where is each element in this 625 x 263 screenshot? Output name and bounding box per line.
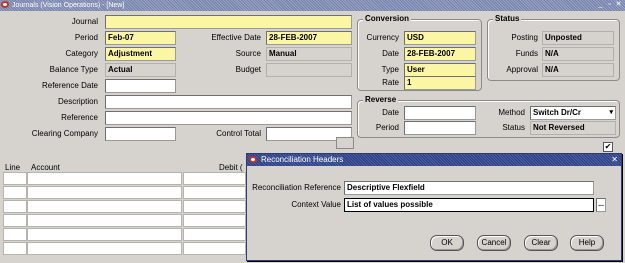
- lov-button[interactable]: ...: [596, 198, 606, 212]
- debit-cell[interactable]: [183, 172, 246, 185]
- oracle-logo-icon: [249, 156, 257, 163]
- posting-field: Unposted: [542, 31, 614, 45]
- method-select[interactable]: Switch Dr/Cr ▾: [530, 106, 616, 120]
- journal-label: Journal: [71, 17, 98, 26]
- maximize-icon[interactable]: ▫: [605, 1, 614, 9]
- rate-field[interactable]: 1: [404, 76, 476, 90]
- reverse-title: Reverse: [363, 95, 399, 105]
- line-cell[interactable]: [3, 186, 27, 199]
- line-cell[interactable]: [3, 172, 27, 185]
- debit-cell[interactable]: [183, 186, 246, 199]
- minimize-icon[interactable]: _: [596, 1, 605, 9]
- line-header: Line: [5, 163, 21, 172]
- window-titlebar[interactable]: Journals (Vision Operations) - [New] _ ▫…: [0, 0, 625, 11]
- source-field[interactable]: Manual: [266, 47, 352, 61]
- line-cell[interactable]: [3, 200, 27, 213]
- ok-button[interactable]: OK: [430, 235, 464, 251]
- cancel-button[interactable]: Cancel: [477, 235, 511, 251]
- chevron-down-icon[interactable]: ▾: [609, 107, 613, 119]
- folder-toggle-button[interactable]: [336, 137, 354, 149]
- category-label: Category: [65, 49, 98, 58]
- posting-label: Posting: [511, 33, 538, 42]
- line-cell[interactable]: [3, 214, 27, 227]
- reverse-status-label: Status: [502, 123, 525, 132]
- recon-ref-label: Reconciliation Reference: [252, 183, 341, 192]
- method-label: Method: [498, 108, 525, 117]
- checkbox-checked-icon[interactable]: ✔: [603, 142, 613, 152]
- approval-label: Approval: [506, 65, 538, 74]
- rate-label: Rate: [382, 78, 399, 87]
- reference-field[interactable]: [105, 111, 352, 125]
- status-title: Status: [493, 14, 522, 24]
- balance-type-label: Balance Type: [49, 65, 98, 74]
- currency-label: Currency: [366, 33, 399, 42]
- balance-type-field[interactable]: Actual: [105, 63, 176, 77]
- description-label: Description: [57, 97, 98, 106]
- debit-cell[interactable]: [183, 228, 246, 241]
- clearing-company-field[interactable]: [105, 127, 176, 141]
- description-field[interactable]: [105, 95, 352, 109]
- recon-ref-field[interactable]: Descriptive Flexfield: [344, 181, 594, 195]
- reverse-date-field[interactable]: [404, 106, 476, 120]
- source-label: Source: [235, 49, 261, 58]
- dialog-titlebar[interactable]: Reconciliation Headers ✕: [247, 154, 621, 166]
- account-cell[interactable]: [27, 228, 182, 241]
- clearing-company-label: Clearing Company: [31, 129, 98, 138]
- account-header: Account: [31, 163, 60, 172]
- reverse-date-label: Date: [382, 108, 399, 117]
- reverse-period-field[interactable]: [404, 121, 476, 135]
- effective-date-label: Effective Date: [211, 33, 261, 42]
- conversion-title: Conversion: [363, 14, 412, 24]
- control-total-label: Control Total: [216, 129, 261, 138]
- reference-label: Reference: [61, 113, 98, 122]
- account-cell[interactable]: [27, 172, 182, 185]
- funds-field: N/A: [542, 47, 614, 61]
- currency-field[interactable]: USD: [404, 31, 476, 45]
- debit-header: Debit (: [219, 163, 243, 172]
- account-cell[interactable]: [27, 200, 182, 213]
- conversion-type-label: Type: [381, 65, 399, 74]
- journal-field[interactable]: [105, 15, 352, 29]
- help-button[interactable]: Help: [570, 235, 604, 251]
- account-cell[interactable]: [27, 186, 182, 199]
- reconciliation-headers-dialog: Reconciliation Headers ✕ Reconciliation …: [246, 153, 622, 261]
- context-value-field[interactable]: List of values possible: [344, 198, 594, 212]
- reverse-status-field: Not Reversed: [530, 121, 616, 135]
- category-field[interactable]: Adjustment: [105, 47, 176, 61]
- line-cell[interactable]: [3, 242, 27, 255]
- funds-label: Funds: [515, 49, 538, 58]
- debit-cell[interactable]: [183, 242, 246, 255]
- approval-field: N/A: [542, 63, 614, 77]
- account-cell[interactable]: [27, 214, 182, 227]
- reference-date-field[interactable]: [105, 79, 176, 93]
- oracle-logo-icon: [1, 1, 9, 8]
- debit-cell[interactable]: [183, 200, 246, 213]
- close-icon[interactable]: ✕: [614, 1, 623, 9]
- budget-field[interactable]: [266, 63, 352, 77]
- reference-date-label: Reference Date: [41, 81, 98, 90]
- context-value-label: Context Value: [291, 200, 341, 209]
- period-label: Period: [74, 33, 98, 42]
- close-icon[interactable]: ✕: [611, 154, 618, 166]
- debit-cell[interactable]: [183, 214, 246, 227]
- reverse-period-label: Period: [375, 123, 399, 132]
- effective-date-field[interactable]: 28-FEB-2007: [266, 31, 352, 45]
- dialog-title: Reconciliation Headers: [261, 155, 344, 164]
- line-cell[interactable]: [3, 228, 27, 241]
- account-cell[interactable]: [27, 242, 182, 255]
- budget-label: Budget: [235, 65, 261, 74]
- conversion-date-label: Date: [382, 49, 399, 58]
- method-value: Switch Dr/Cr: [533, 108, 582, 117]
- clear-button[interactable]: Clear: [524, 235, 558, 251]
- conversion-date-field[interactable]: 28-FEB-2007: [404, 47, 476, 61]
- conversion-type-field[interactable]: User: [404, 63, 476, 77]
- window-title: Journals (Vision Operations) - [New]: [12, 2, 125, 9]
- period-field[interactable]: Feb-07: [105, 31, 176, 45]
